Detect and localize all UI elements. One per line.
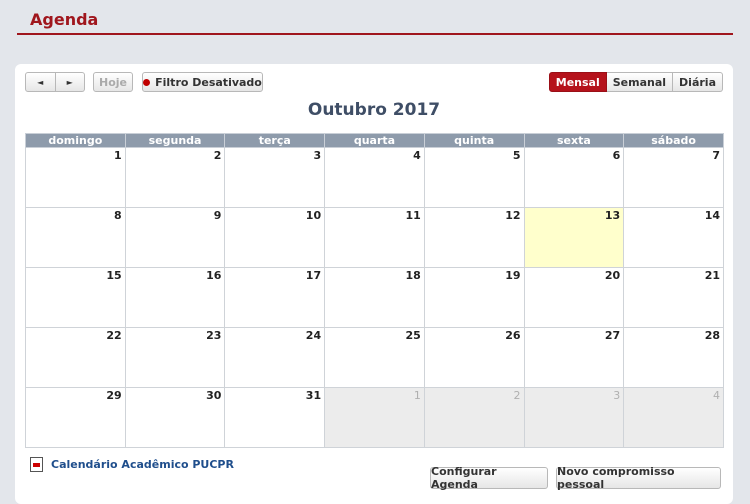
today-day-cell[interactable]: 13 [523, 207, 625, 268]
day-cell[interactable]: 7 [623, 147, 724, 208]
day-cell[interactable]: 2 [124, 147, 226, 208]
next-arrow-icon[interactable]: ► [55, 72, 85, 92]
day-cell[interactable]: 10 [224, 207, 326, 268]
view-switcher: Mensal Semanal Diária [548, 72, 723, 92]
day-cell[interactable]: 9 [124, 207, 226, 268]
day-cell[interactable]: 5 [423, 147, 525, 208]
day-cell[interactable]: 17 [224, 267, 326, 328]
day-cell[interactable]: 3 [224, 147, 326, 208]
navigation-group: ◄ ► [25, 72, 85, 92]
day-cell[interactable]: 24 [224, 327, 326, 388]
day-cell[interactable]: 8 [25, 207, 126, 268]
weekday-header: quinta [423, 133, 525, 148]
day-cell[interactable]: 31 [224, 387, 326, 448]
day-cell[interactable]: 26 [423, 327, 525, 388]
week-row: 22 23 24 25 26 27 28 [25, 327, 724, 388]
title-divider [17, 33, 733, 35]
weekday-header-row: domingo segunda terça quarta quinta sext… [25, 133, 724, 148]
weekday-header: sábado [623, 133, 724, 148]
next-month-day-cell[interactable]: 2 [423, 387, 525, 448]
today-button[interactable]: Hoje [93, 72, 133, 92]
day-cell[interactable]: 22 [25, 327, 126, 388]
week-row: 15 16 17 18 19 20 21 [25, 267, 724, 328]
day-cell[interactable]: 14 [623, 207, 724, 268]
view-monthly-button[interactable]: Mensal [548, 72, 607, 92]
week-row: 1 2 3 4 5 6 7 [25, 147, 724, 208]
day-cell[interactable]: 15 [25, 267, 126, 328]
academic-calendar-link[interactable]: Calendário Acadêmico PUCPR [51, 458, 234, 471]
page-title: Agenda [30, 10, 99, 29]
new-appointment-button[interactable]: Novo compromisso pessoal [556, 465, 721, 491]
next-month-day-cell[interactable]: 3 [523, 387, 625, 448]
filter-status-icon [143, 78, 151, 86]
filter-button[interactable]: Filtro Desativado [142, 72, 263, 92]
day-cell[interactable]: 18 [324, 267, 425, 328]
day-cell[interactable]: 28 [623, 327, 724, 388]
day-cell[interactable]: 11 [324, 207, 425, 268]
day-cell[interactable]: 20 [523, 267, 625, 328]
month-title: Outubro 2017 [307, 100, 441, 120]
weekday-header: domingo [25, 133, 126, 148]
day-cell[interactable]: 6 [523, 147, 625, 208]
next-month-day-cell[interactable]: 4 [623, 387, 724, 448]
weekday-header: quarta [324, 133, 425, 148]
link-academic-calendar[interactable]: Calendário Acadêmico PUCPR [30, 457, 234, 472]
day-cell[interactable]: 29 [25, 387, 126, 448]
document-links: Calendário Acadêmico PUCPR [30, 457, 234, 478]
week-row: 8 9 10 11 12 13 14 [25, 207, 724, 268]
weekday-header: terça [224, 133, 326, 148]
filter-label: Filtro Desativado [155, 75, 262, 89]
weekday-header: segunda [124, 133, 226, 148]
next-month-day-cell[interactable]: 1 [324, 387, 425, 448]
day-cell[interactable]: 25 [324, 327, 425, 388]
pdf-file-icon [30, 457, 43, 472]
week-row: 29 30 31 1 2 3 4 [25, 387, 724, 448]
day-cell[interactable]: 19 [423, 267, 525, 328]
day-cell[interactable]: 30 [124, 387, 226, 448]
day-cell[interactable]: 1 [25, 147, 126, 208]
calendar-panel: ◄ ► Hoje Filtro Desativado Mensal Semana… [15, 64, 733, 504]
day-cell[interactable]: 12 [423, 207, 525, 268]
weekday-header: sexta [523, 133, 625, 148]
prev-arrow-icon[interactable]: ◄ [25, 72, 56, 92]
day-cell[interactable]: 21 [623, 267, 724, 328]
day-cell[interactable]: 27 [523, 327, 625, 388]
configure-agenda-button[interactable]: Configurar Agenda [430, 465, 548, 491]
day-cell[interactable]: 23 [124, 327, 226, 388]
day-cell[interactable]: 16 [124, 267, 226, 328]
view-daily-button[interactable]: Diária [673, 72, 723, 92]
month-grid: domingo segunda terça quarta quinta sext… [25, 133, 724, 448]
day-cell[interactable]: 4 [324, 147, 425, 208]
view-weekly-button[interactable]: Semanal [606, 72, 674, 92]
